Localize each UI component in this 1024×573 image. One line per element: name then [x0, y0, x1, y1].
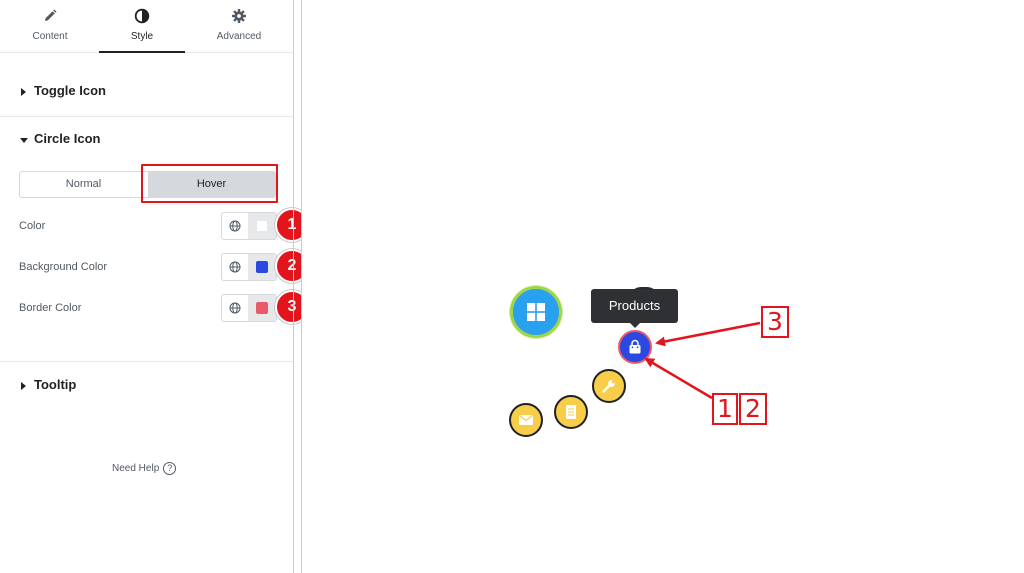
section-title: Tooltip [34, 377, 77, 392]
tab-label: Style [130, 31, 154, 42]
section-title: Circle Icon [34, 131, 101, 146]
color-swatch [256, 261, 268, 273]
tab-style[interactable]: Style [99, 0, 185, 53]
color-swatch [256, 302, 268, 314]
section-title: Toggle Icon [34, 83, 106, 98]
pencil-icon [42, 8, 58, 24]
panel-border [293, 0, 294, 573]
style-panel: Content Style Advanced Toggle Icon Circl… [0, 0, 309, 573]
border-color-swatch-button[interactable] [248, 295, 276, 321]
callout-number-2: 2 [739, 393, 767, 425]
hover-highlight-annotation [141, 164, 278, 203]
background-color-control: Background Color [0, 253, 293, 281]
callout-number-1: 1 [712, 393, 738, 425]
color-picker-group [221, 253, 277, 281]
tab-label: Content [32, 31, 68, 42]
caret-right-icon [21, 382, 26, 390]
color-control: Color [0, 212, 293, 240]
help-icon: ? [163, 462, 177, 476]
callout-number-3: 3 [761, 306, 789, 338]
arrow-to-circle [644, 357, 713, 400]
normal-state-button[interactable]: Normal [20, 172, 147, 197]
color-picker-group [221, 294, 277, 322]
panel-tabs: Content Style Advanced [0, 0, 293, 53]
control-label: Color [19, 220, 46, 232]
tab-label: Advanced [216, 31, 262, 42]
color-picker-group [221, 212, 277, 240]
section-toggle-icon[interactable]: Toggle Icon [0, 81, 293, 103]
color-swatch-button[interactable] [248, 213, 276, 239]
tab-advanced[interactable]: Advanced [196, 0, 282, 52]
global-colors-button[interactable] [222, 213, 248, 239]
global-colors-button[interactable] [222, 254, 248, 280]
need-help-label: Need Help [112, 463, 160, 475]
contrast-icon [134, 8, 150, 24]
color-swatch [256, 220, 268, 232]
divider [0, 116, 293, 117]
need-help-link[interactable]: Need Help? [112, 460, 177, 476]
section-tooltip[interactable]: Tooltip [0, 375, 293, 397]
background-color-swatch-button[interactable] [248, 254, 276, 280]
globe-icon [229, 302, 241, 314]
tab-content[interactable]: Content [7, 0, 93, 52]
globe-icon [229, 220, 241, 232]
arrow-to-border [655, 321, 761, 347]
caret-down-icon [20, 138, 28, 143]
gear-icon [231, 8, 247, 24]
global-colors-button[interactable] [222, 295, 248, 321]
divider [0, 361, 293, 362]
border-color-control: Border Color [0, 294, 293, 322]
preview-canvas: Products 3 1 2 [302, 0, 1024, 573]
control-label: Background Color [19, 261, 108, 273]
globe-icon [229, 261, 241, 273]
annotation-arrows [644, 321, 761, 400]
control-label: Border Color [19, 302, 82, 314]
caret-right-icon [21, 88, 26, 96]
section-circle-icon[interactable]: Circle Icon [0, 129, 293, 151]
